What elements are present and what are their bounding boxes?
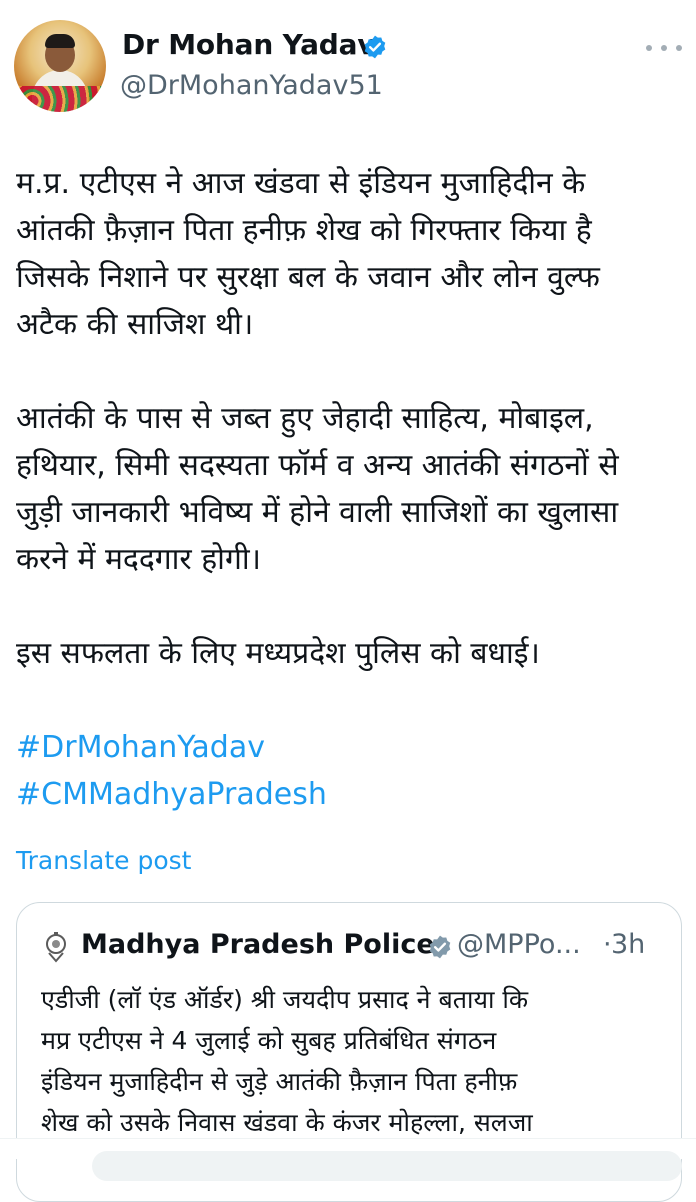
tweet-line: हथियार, सिमी सदस्यता फॉर्म व अन्य आतंकी …	[16, 448, 619, 483]
tweet-line: जुड़ी जानकारी भविष्य में होने वाली साजिश…	[16, 495, 619, 530]
quoted-post-time[interactable]: 3h	[611, 929, 645, 960]
hashtag-link[interactable]: #DrMohanYadav	[16, 724, 684, 771]
quoted-post-text: एडीजी (लॉ एंड ऑर्डर) श्री जयदीप प्रसाद न…	[41, 979, 661, 1143]
hashtag-link[interactable]: #CMMadhyaPradesh	[16, 771, 684, 818]
avatar-hair-shape	[45, 34, 75, 48]
tweet-header: Dr Mohan Yadav @DrMohanYadav51	[0, 0, 696, 130]
quoted-line: मप्र एटीएस ने 4 जुलाई को सुबह प्रतिबंधित…	[41, 1026, 497, 1055]
quoted-line: शेख को उसके निवास खंडवा के कंजर मोहल्ला,…	[41, 1108, 533, 1137]
author-handle[interactable]: @DrMohanYadav51	[120, 70, 383, 101]
verified-badge-icon	[429, 935, 451, 959]
translate-post-link[interactable]: Translate post	[16, 846, 191, 875]
tweet-line: आतंकी के पास से जब्त हुए जेहादी साहित्य,…	[16, 401, 594, 436]
author-avatar[interactable]	[14, 20, 106, 112]
more-options-icon[interactable]	[646, 36, 682, 60]
reply-bar	[0, 1138, 696, 1181]
tweet-line: इस सफलता के लिए मध्यप्रदेश पुलिस को बधाई…	[16, 636, 540, 671]
author-name[interactable]: Dr Mohan Yadav	[122, 28, 376, 61]
quoted-line: इंडियन मुजाहिदीन से जुड़े आतंकी फ़ैज़ान …	[41, 1067, 518, 1096]
tweet-line: जिसके निशाने पर सुरक्षा बल के जवान और लो…	[16, 260, 600, 295]
avatar-flowers-shape	[14, 86, 106, 112]
reply-input[interactable]	[92, 1151, 682, 1181]
tweet-text: म.प्र. एटीएस ने आज खंडवा से इंडियन मुजाह…	[16, 160, 684, 818]
more-dot	[646, 45, 652, 51]
tweet-line: अटैक की साजिश थी।	[16, 307, 254, 342]
quoted-author-handle[interactable]: @MPPo...	[457, 929, 581, 960]
verified-badge-icon	[364, 35, 386, 59]
more-dot	[661, 45, 667, 51]
police-emblem-icon	[46, 932, 66, 963]
quoted-author-name[interactable]: Madhya Pradesh Police	[81, 929, 435, 960]
tweet-line: म.प्र. एटीएस ने आज खंडवा से इंडियन मुजाह…	[16, 166, 586, 201]
more-dot	[676, 45, 682, 51]
quoted-line: एडीजी (लॉ एंड ऑर्डर) श्री जयदीप प्रसाद न…	[41, 985, 529, 1014]
tweet-line: करने में मददगार होगी।	[16, 542, 261, 577]
tweet-line: आंतकी फ़ैज़ान पिता हनीफ़ शेख को गिरफ्तार…	[16, 213, 592, 248]
